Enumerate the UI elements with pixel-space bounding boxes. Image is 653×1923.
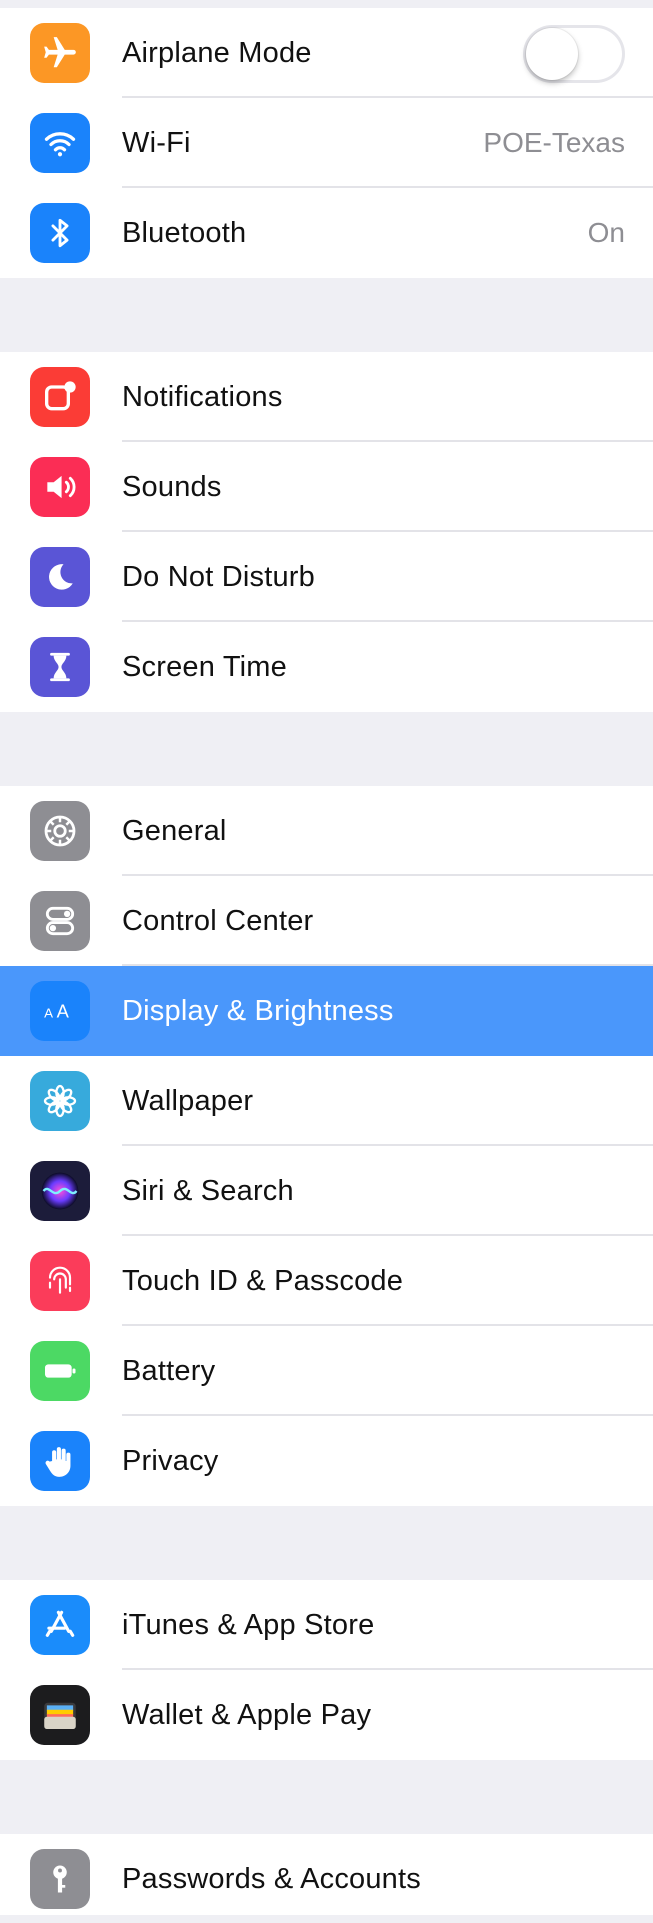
- display-aa-icon: AA: [30, 981, 90, 1041]
- speaker-icon: [30, 457, 90, 517]
- row-wifi[interactable]: Wi-Fi POE-Texas: [0, 98, 653, 188]
- top-spacer: [0, 0, 653, 8]
- row-wallet-apple-pay[interactable]: Wallet & Apple Pay: [0, 1670, 653, 1760]
- row-label: iTunes & App Store: [122, 1608, 375, 1641]
- hand-icon: [30, 1431, 90, 1491]
- row-passwords-accounts[interactable]: Passwords & Accounts: [0, 1834, 653, 1923]
- moon-icon: [30, 547, 90, 607]
- row-privacy[interactable]: Privacy: [0, 1416, 653, 1506]
- section-device: General Control Center AA Display & Brig…: [0, 786, 653, 1506]
- bottom-spacer: [0, 1915, 653, 1923]
- wallet-icon: [30, 1685, 90, 1745]
- app-store-icon: [30, 1595, 90, 1655]
- hourglass-icon: [30, 637, 90, 697]
- row-label: Passwords & Accounts: [122, 1862, 421, 1895]
- flower-icon: [30, 1071, 90, 1131]
- row-label: Wi-Fi: [122, 126, 191, 159]
- airplane-mode-toggle[interactable]: [523, 25, 625, 83]
- siri-icon: [30, 1161, 90, 1221]
- row-label: Privacy: [122, 1444, 219, 1477]
- row-screen-time[interactable]: Screen Time: [0, 622, 653, 712]
- row-label: Notifications: [122, 380, 283, 413]
- section-alerts: Notifications Sounds Do Not Disturb Scre…: [0, 352, 653, 712]
- row-label: Do Not Disturb: [122, 560, 315, 593]
- row-control-center[interactable]: Control Center: [0, 876, 653, 966]
- section-gap: [0, 278, 653, 352]
- section-gap: [0, 1506, 653, 1580]
- svg-text:A: A: [57, 1001, 70, 1022]
- row-label: Siri & Search: [122, 1174, 294, 1207]
- row-itunes-app-store[interactable]: iTunes & App Store: [0, 1580, 653, 1670]
- fingerprint-icon: [30, 1251, 90, 1311]
- toggle-knob: [526, 28, 578, 80]
- section-store: iTunes & App Store Wallet & Apple Pay: [0, 1580, 653, 1760]
- row-sounds[interactable]: Sounds: [0, 442, 653, 532]
- section-gap: [0, 1760, 653, 1834]
- row-label: Touch ID & Passcode: [122, 1264, 404, 1297]
- row-touch-id-passcode[interactable]: Touch ID & Passcode: [0, 1236, 653, 1326]
- airplane-icon: [30, 23, 90, 83]
- row-notifications[interactable]: Notifications: [0, 352, 653, 442]
- row-label: Wallet & Apple Pay: [122, 1698, 372, 1731]
- wifi-network-value: POE-Texas: [483, 127, 625, 158]
- settings-screen: Airplane Mode Wi-Fi POE-Texas Bluetooth …: [0, 0, 653, 1923]
- row-label: Screen Time: [122, 650, 287, 683]
- wifi-icon: [30, 113, 90, 173]
- row-label: Airplane Mode: [122, 36, 312, 69]
- row-siri-search[interactable]: Siri & Search: [0, 1146, 653, 1236]
- notifications-icon: [30, 367, 90, 427]
- row-general[interactable]: General: [0, 786, 653, 876]
- row-wallpaper[interactable]: Wallpaper: [0, 1056, 653, 1146]
- row-label: Bluetooth: [122, 216, 247, 249]
- battery-icon: [30, 1341, 90, 1401]
- control-center-icon: [30, 891, 90, 951]
- row-label: Wallpaper: [122, 1084, 254, 1117]
- section-connectivity: Airplane Mode Wi-Fi POE-Texas Bluetooth …: [0, 8, 653, 278]
- row-label: Display & Brightness: [122, 994, 394, 1027]
- row-bluetooth[interactable]: Bluetooth On: [0, 188, 653, 278]
- gear-icon: [30, 801, 90, 861]
- svg-text:A: A: [44, 1006, 53, 1021]
- row-battery[interactable]: Battery: [0, 1326, 653, 1416]
- row-do-not-disturb[interactable]: Do Not Disturb: [0, 532, 653, 622]
- section-accounts: Passwords & Accounts: [0, 1834, 653, 1923]
- bluetooth-icon: [30, 203, 90, 263]
- row-label: Control Center: [122, 904, 314, 937]
- row-label: General: [122, 814, 227, 847]
- row-label: Sounds: [122, 470, 222, 503]
- section-gap: [0, 712, 653, 786]
- row-label: Battery: [122, 1354, 216, 1387]
- bluetooth-status-value: On: [587, 217, 625, 248]
- row-airplane-mode[interactable]: Airplane Mode: [0, 8, 653, 98]
- key-icon: [30, 1849, 90, 1909]
- row-display-brightness[interactable]: AA Display & Brightness: [0, 966, 653, 1056]
